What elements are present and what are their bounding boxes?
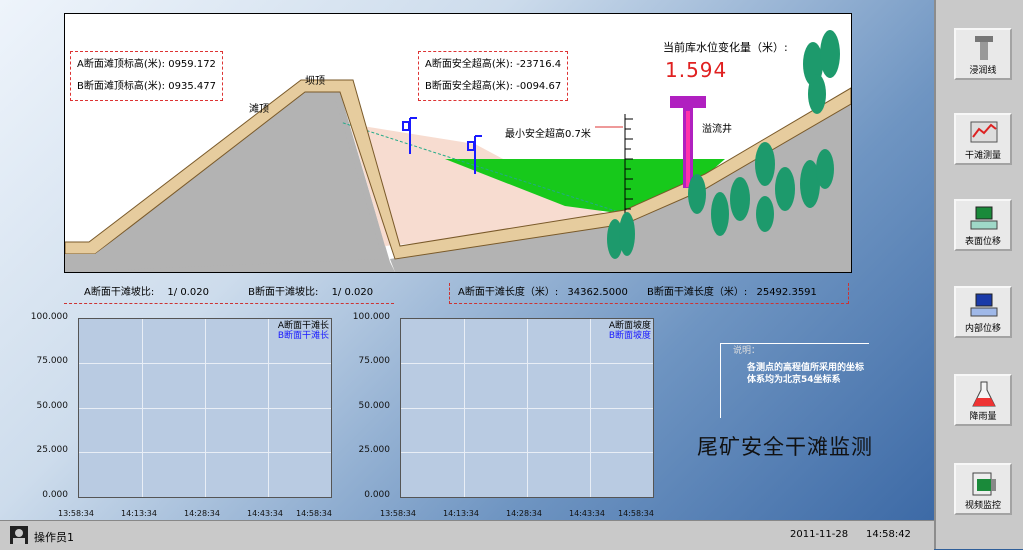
sidebar-item-video-monitor[interactable]: 视频监控 <box>954 463 1012 515</box>
overflow-well-label: 溢流井 <box>702 124 732 135</box>
main-panel: A断面滩顶标高(米): 0959.172 B断面滩顶标高(米): 0935.47… <box>0 0 934 520</box>
x-tick-label: 14:28:34 <box>506 509 542 518</box>
sidebar-item-label: 降雨量 <box>969 412 997 422</box>
x-tick-label: 14:13:34 <box>443 509 479 518</box>
sidebar-item-label: 干滩测量 <box>964 151 1001 161</box>
b-safety-height-value: -0094.67 <box>516 81 562 92</box>
x-tick-label: 13:58:34 <box>58 509 94 518</box>
tailings-dam-diagram: A断面滩顶标高(米): 0959.172 B断面滩顶标高(米): 0935.47… <box>64 13 852 273</box>
sidebar-item-label: 浸润线 <box>969 66 997 76</box>
dam-top-label: 坝顶 <box>305 76 325 87</box>
note-text: 各测点的高程值所采用的坐标体系均为北京54坐标系 <box>747 363 865 385</box>
b-slope-ratio-value: 1/ 0.020 <box>331 287 374 298</box>
y-tick-label: 0.000 <box>42 490 68 500</box>
a-safety-height-label: A断面安全超高(米): <box>425 59 514 70</box>
safety-height-box: A断面安全超高(米): -23716.4 B断面安全超高(米): -0094.6… <box>418 51 569 101</box>
y-tick-label: 100.000 <box>352 312 390 322</box>
legend-series-a: A断面坡度 <box>608 321 651 331</box>
current-user: 操作员1 <box>34 531 74 544</box>
slope-ratio-bar: A断面干滩坡比: 1/ 0.020 B断面干滩坡比: 1/ 0.020 <box>64 283 394 304</box>
note-panel: 说明： 各测点的高程值所采用的坐标体系均为北京54坐标系 <box>720 343 869 418</box>
sidebar-item-label: 内部位移 <box>964 324 1001 334</box>
a-beach-length-value: 34362.5000 <box>567 287 628 298</box>
camera-icon <box>972 472 996 496</box>
a-safety-height-value: -23716.4 <box>516 59 562 70</box>
b-beach-length-label: B断面干滩长度（米）: <box>647 287 748 298</box>
sidebar-item-label: 视频监控 <box>964 501 1001 511</box>
a-beach-length-label: A断面干滩长度（米）: <box>458 287 559 298</box>
legend-series-b: B断面坡度 <box>608 331 651 341</box>
b-beach-length-value: 25492.3591 <box>756 287 817 298</box>
sidebar-item-surface-displacement[interactable]: 表面位移 <box>954 199 1012 251</box>
y-tick-label: 0.000 <box>364 490 390 500</box>
sidebar-item-dry-beach[interactable]: 干滩测量 <box>954 113 1012 165</box>
sidebar-item-rainfall[interactable]: 降雨量 <box>954 374 1012 426</box>
monitor-blue-icon <box>970 293 998 317</box>
y-tick-label: 25.000 <box>358 445 391 455</box>
note-title: 说明： <box>733 346 761 356</box>
sidebar: 浸润线 干滩测量 表面位移 内部位移 降雨量 视频监控 <box>934 0 1023 549</box>
b-beach-top-label: B断面滩顶标高(米): <box>77 81 166 92</box>
grid-line <box>79 452 331 453</box>
status-time: 14:58:42 <box>866 529 911 540</box>
sidebar-item-seepage-line[interactable]: 浸润线 <box>954 28 1012 80</box>
y-tick-label: 25.000 <box>36 445 69 455</box>
y-tick-label: 50.000 <box>36 401 69 411</box>
a-slope-ratio-value: 1/ 0.020 <box>167 287 209 298</box>
beach-top-label: 滩顶 <box>249 104 269 115</box>
dry-beach-length-bar: A断面干滩长度（米）: 34362.5000 B断面干滩长度（米）: 25492… <box>449 283 849 304</box>
x-tick-label: 13:58:34 <box>380 509 416 518</box>
sidebar-item-label: 表面位移 <box>964 237 1001 247</box>
b-slope-ratio-label: B断面干滩坡比: <box>248 287 319 298</box>
b-beach-top-value: 0935.477 <box>168 81 216 92</box>
grid-line <box>401 452 653 453</box>
a-slope-ratio-label: A断面干滩坡比: <box>84 287 155 298</box>
plot-area: A断面坡度 B断面坡度 <box>400 318 654 498</box>
x-tick-label: 14:58:34 <box>618 509 654 518</box>
page-title: 尾矿安全干滩监测 <box>697 435 873 459</box>
chart-legend: A断面坡度 B断面坡度 <box>609 321 651 341</box>
flask-icon <box>972 381 996 407</box>
water-level-change-value: 1.594 <box>665 58 728 82</box>
beach-length-chart: A断面干滩长 B断面干滩长 100.000 75.000 50.000 25.0… <box>0 310 340 520</box>
grid-line <box>79 363 331 364</box>
graph-icon <box>970 121 998 143</box>
grid-line <box>401 408 653 409</box>
a-beach-top-label: A断面滩顶标高(米): <box>77 59 166 70</box>
a-beach-top-value: 0959.172 <box>168 59 216 70</box>
sidebar-item-internal-displacement[interactable]: 内部位移 <box>954 286 1012 338</box>
plot-area: A断面干滩长 B断面干滩长 <box>78 318 332 498</box>
x-tick-label: 14:28:34 <box>184 509 220 518</box>
x-tick-label: 14:13:34 <box>121 509 157 518</box>
b-safety-height-label: B断面安全超高(米): <box>425 81 514 92</box>
x-tick-label: 14:43:34 <box>247 509 283 518</box>
status-bar: 操作员1 2011-11-28 14:58:42 <box>0 520 934 550</box>
x-tick-label: 14:43:34 <box>569 509 605 518</box>
status-date: 2011-11-28 <box>790 529 849 540</box>
water-level-change-label: 当前库水位变化量（米）: <box>663 41 788 54</box>
monitor-green-icon <box>970 206 998 230</box>
y-tick-label: 50.000 <box>358 401 391 411</box>
pipe-icon <box>975 36 993 60</box>
user-icon <box>10 526 28 544</box>
grid-line <box>79 408 331 409</box>
beach-slope-chart: A断面坡度 B断面坡度 100.000 75.000 50.000 25.000… <box>322 310 662 520</box>
y-tick-label: 75.000 <box>358 356 391 366</box>
grid-line <box>401 363 653 364</box>
y-tick-label: 100.000 <box>30 312 68 322</box>
min-safety-height-label: 最小安全超高0.7米 <box>505 129 591 140</box>
beach-top-elevation-box: A断面滩顶标高(米): 0959.172 B断面滩顶标高(米): 0935.47… <box>70 51 223 101</box>
y-tick-label: 75.000 <box>36 356 69 366</box>
